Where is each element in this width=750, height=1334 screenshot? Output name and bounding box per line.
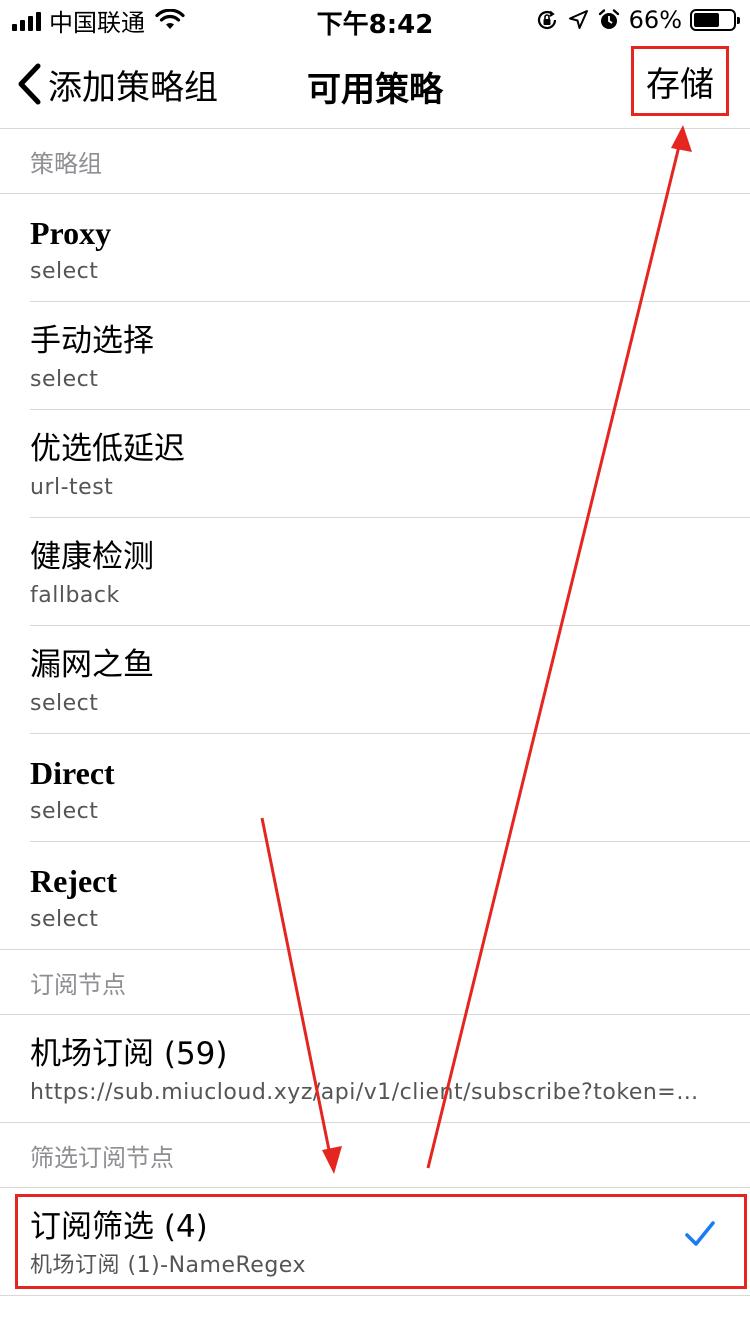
battery-icon	[690, 9, 740, 31]
navigation-bar: 添加策略组 可用策略 存储	[0, 40, 750, 129]
row-title: 健康检测	[30, 539, 154, 575]
row-subtitle: select	[30, 799, 99, 824]
row-subtitle: select	[30, 259, 99, 284]
row-title: Proxy	[30, 215, 112, 251]
section-header-filtered-nodes: 筛选订阅节点	[0, 1123, 750, 1188]
policy-row-reject[interactable]: Reject select	[0, 842, 750, 950]
status-bar: 中国联通 下午8:42 66%	[0, 0, 750, 40]
filtered-row[interactable]: 订阅筛选 (4) 机场订阅 (1)-NameRegex	[0, 1188, 750, 1296]
section-header-subscription-nodes: 订阅节点	[0, 950, 750, 1015]
section-header-policy-groups: 策略组	[0, 129, 750, 194]
location-arrow-icon	[568, 10, 588, 29]
policy-row-manual-select[interactable]: 手动选择 select	[0, 302, 750, 410]
row-title: 漏网之鱼	[30, 647, 154, 683]
row-subtitle: select	[30, 367, 99, 392]
row-divider	[0, 1295, 750, 1296]
row-subtitle: 机场订阅 (1)-NameRegex	[30, 1253, 306, 1278]
row-subtitle: select	[30, 691, 99, 716]
status-right: 66%	[535, 4, 740, 36]
row-title: 机场订阅 (59)	[30, 1036, 228, 1072]
row-subtitle: fallback	[30, 583, 120, 608]
row-title: 订阅筛选 (4)	[30, 1209, 208, 1245]
alarm-icon	[598, 9, 619, 29]
row-title: Reject	[30, 863, 118, 899]
row-subtitle: select	[30, 907, 99, 932]
subscription-row[interactable]: 机场订阅 (59) https://sub.miucloud.xyz/api/v…	[0, 1015, 750, 1123]
subscription-url: https://sub.miucloud.xyz/api/v1/client/s…	[30, 1080, 710, 1105]
orientation-lock-icon	[537, 10, 556, 30]
policy-row-health-check[interactable]: 健康检测 fallback	[0, 518, 750, 626]
battery-percent: 66%	[628, 6, 682, 34]
policy-row-proxy[interactable]: Proxy select	[0, 194, 750, 302]
row-title: 优选低延迟	[30, 431, 185, 467]
policy-row-final[interactable]: 漏网之鱼 select	[0, 626, 750, 734]
row-title: 手动选择	[30, 323, 154, 359]
row-title: Direct	[30, 755, 115, 791]
save-button[interactable]: 存储	[631, 46, 729, 116]
policy-row-direct[interactable]: Direct select	[0, 734, 750, 842]
policy-row-low-latency[interactable]: 优选低延迟 url-test	[0, 410, 750, 518]
checkmark-icon	[685, 1221, 715, 1246]
battery-fill	[694, 13, 719, 27]
row-subtitle: url-test	[30, 475, 114, 500]
